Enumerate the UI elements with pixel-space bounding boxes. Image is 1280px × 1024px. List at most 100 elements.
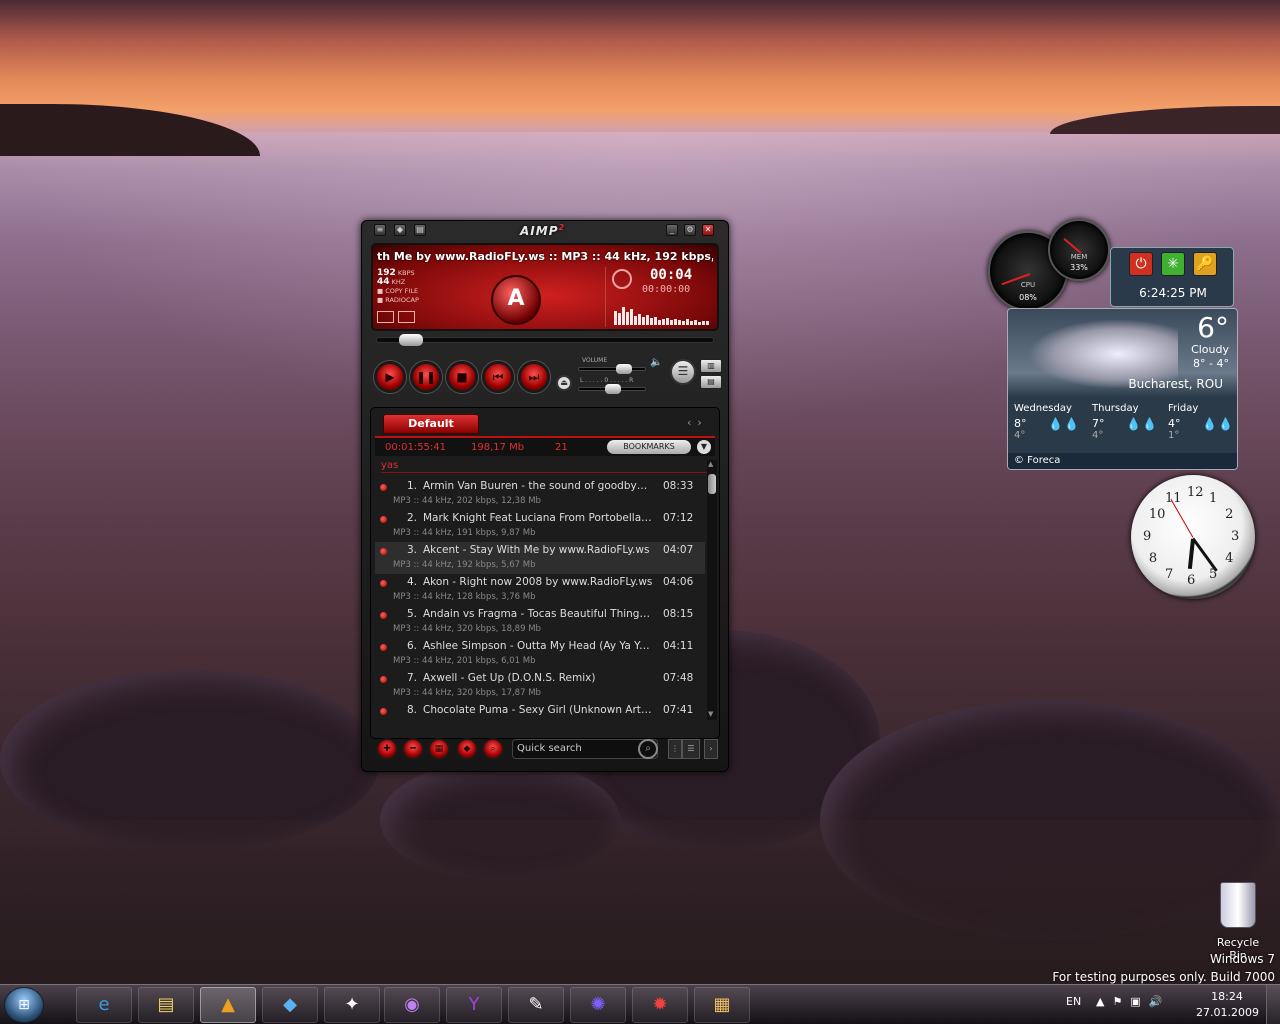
clock-gadget[interactable]: 12 1 2 3 4 5 6 7 8 9 10 11 bbox=[1131, 475, 1255, 599]
elapsed-time[interactable]: 00:04 bbox=[650, 267, 692, 283]
track-row[interactable]: 7. Axwell - Get Up (D.O.N.S. Remix) 07:48 M… bbox=[375, 670, 705, 702]
find-button[interactable]: ⌕ bbox=[482, 738, 504, 760]
bookmarks-button[interactable]: BOOKMARKS bbox=[607, 440, 691, 454]
rain-icon: 💧💧 bbox=[1126, 417, 1158, 431]
wallpaper-land-right bbox=[1050, 106, 1280, 134]
show-desktop-button[interactable] bbox=[1266, 985, 1280, 1024]
track-info: MP3 :: 44 kHz, 201 kbps, 6,01 Mb bbox=[393, 656, 536, 666]
playlist-stats: 00:01:55:41 198,17 Mb 21 BOOKMARKS ▼ bbox=[375, 436, 715, 456]
menu-icon[interactable]: ≡ bbox=[374, 224, 386, 236]
aimp-taskbar-icon[interactable]: ▲ bbox=[200, 987, 256, 1023]
track-row[interactable]: 3. Akcent - Stay With Me by www.RadioFLy.… bbox=[375, 542, 705, 574]
next-page-button[interactable]: › bbox=[704, 739, 718, 759]
close-button[interactable]: ✕ bbox=[702, 224, 714, 236]
settings-icon[interactable]: ▤ bbox=[414, 224, 426, 236]
track-info: MP3 :: 44 kHz, 128 kbps, 3,76 Mb bbox=[393, 592, 536, 602]
playlist-size: 198,17 Mb bbox=[471, 442, 525, 453]
remaining-time: 00:00:00 bbox=[642, 284, 691, 295]
volume-knob[interactable] bbox=[616, 364, 632, 374]
playlist-mode-icon[interactable] bbox=[398, 311, 415, 323]
app-icon[interactable]: ▦ bbox=[694, 987, 750, 1023]
tray-button[interactable]: ⚙ bbox=[684, 224, 696, 236]
spectrum-bar bbox=[658, 320, 661, 325]
app-icon[interactable]: ✹ bbox=[632, 987, 688, 1023]
mem-value: 33% bbox=[1070, 263, 1088, 272]
prev-page-button[interactable]: ⋮ bbox=[668, 739, 682, 759]
scroll-thumb[interactable] bbox=[708, 474, 716, 494]
spectrum-bar bbox=[654, 317, 657, 325]
view-mode-button[interactable]: ☰ bbox=[682, 739, 700, 759]
seek-knob[interactable] bbox=[399, 334, 423, 346]
yahoo-messenger-icon[interactable]: Y bbox=[446, 987, 502, 1023]
speaker-icon[interactable]: 🔈 bbox=[650, 357, 662, 368]
timer-icon[interactable] bbox=[612, 269, 632, 289]
rain-icon: 💧💧 bbox=[1202, 417, 1234, 431]
track-row[interactable]: 1. Armin Van Buuren - the sound of goodby… bbox=[375, 478, 705, 510]
tab-default[interactable]: Default bbox=[383, 414, 479, 434]
eject-icon[interactable]: ⏏ bbox=[556, 375, 572, 391]
track-duration: 07:41 bbox=[663, 704, 694, 716]
clock-numeral: 9 bbox=[1143, 529, 1152, 544]
tab-scroll-arrows[interactable]: ‹› bbox=[687, 416, 708, 429]
restart-icon[interactable]: ✳ bbox=[1161, 252, 1185, 276]
app-icon[interactable]: ◉ bbox=[384, 987, 440, 1023]
lock-icon[interactable]: 🔑 bbox=[1193, 252, 1217, 276]
balance-knob[interactable] bbox=[605, 384, 621, 394]
internet-explorer-icon[interactable]: e bbox=[76, 987, 132, 1023]
mem-needle bbox=[1063, 238, 1082, 254]
quick-search-input[interactable]: Quick search bbox=[512, 739, 658, 759]
memory-meter-gadget[interactable]: MEM 33% bbox=[1048, 219, 1110, 281]
eq-icon[interactable]: ◆ bbox=[394, 224, 406, 236]
search-icon[interactable]: ⌕ bbox=[638, 739, 658, 759]
visualization-icon[interactable] bbox=[377, 311, 394, 323]
track-row[interactable]: 8. Chocolate Puma - Sexy Girl (Unknown Ar… bbox=[375, 702, 705, 734]
taskbar-clock[interactable]: 18:24 27.01.2009 bbox=[1196, 989, 1259, 1021]
spectrum-bar bbox=[642, 317, 645, 325]
scroll-down-icon[interactable]: ▼ bbox=[708, 710, 713, 718]
play-button[interactable]: ▶ bbox=[374, 361, 406, 393]
track-row[interactable]: 5. Andain vs Fragma - Tocas Beautiful Thi… bbox=[375, 606, 705, 638]
tray-icons[interactable]: ▲⚑▣🔊 bbox=[1096, 995, 1170, 1008]
recycle-bin-icon[interactable] bbox=[1220, 882, 1256, 928]
track-row[interactable]: 4. Akon - Right now 2008 by www.RadioFLy.… bbox=[375, 574, 705, 606]
eq-toggle-button[interactable]: ▥ bbox=[700, 359, 722, 373]
spectrum-bar bbox=[618, 313, 621, 325]
current-temperature: 6° bbox=[1197, 311, 1229, 344]
app-icon[interactable]: ✦ bbox=[324, 987, 380, 1023]
track-row[interactable]: 6. Ashlee Simpson - Outta My Head (Ay Ya … bbox=[375, 638, 705, 670]
previous-button[interactable]: ⏮ bbox=[482, 361, 514, 393]
balance-slider[interactable] bbox=[578, 384, 646, 394]
track-row[interactable]: 2. Mark Knight Feat Luciana From Portobel… bbox=[375, 510, 705, 542]
volume-slider[interactable] bbox=[578, 364, 646, 374]
aimp-titlebar[interactable]: ≡ ◆ ▤ AIMP2 _ ⚙ ✕ bbox=[362, 221, 728, 241]
windows-explorer-icon[interactable]: ▤ bbox=[138, 987, 194, 1023]
sort-button[interactable]: ▦ bbox=[428, 738, 450, 760]
playlist-toggle-button[interactable]: ☰ bbox=[670, 359, 696, 385]
pause-button[interactable]: ❚❚ bbox=[410, 361, 442, 393]
track-status-icon bbox=[380, 484, 387, 491]
clock-numeral: 4 bbox=[1225, 551, 1234, 566]
power-icon[interactable]: ⏻ bbox=[1129, 252, 1153, 276]
playlist-options-button[interactable]: ◆ bbox=[456, 738, 478, 760]
spectrum-bar bbox=[690, 321, 693, 325]
spectrum-toggle-button[interactable]: ▤ bbox=[700, 375, 722, 389]
scroll-up-icon[interactable]: ▲ bbox=[708, 460, 713, 468]
seek-bar[interactable] bbox=[376, 334, 714, 346]
paint-icon[interactable]: ✎ bbox=[508, 987, 564, 1023]
spectrum-bar bbox=[706, 321, 709, 325]
playlist-group[interactable]: yas bbox=[381, 460, 707, 473]
stop-button[interactable]: ■ bbox=[446, 361, 478, 393]
app-icon[interactable]: ✺ bbox=[570, 987, 626, 1023]
start-button[interactable]: ⊞ bbox=[4, 987, 44, 1023]
playlist-scrollbar[interactable]: ▲ ▼ bbox=[707, 460, 717, 720]
spectrum-bar bbox=[630, 309, 633, 325]
weather-gadget[interactable]: 6° Cloudy 8° - 4° Bucharest, ROU Wednesd… bbox=[1007, 308, 1238, 470]
minimize-button[interactable]: _ bbox=[666, 224, 678, 236]
weather-provider[interactable]: © Foreca bbox=[1008, 453, 1237, 469]
language-indicator[interactable]: EN bbox=[1066, 995, 1081, 1008]
virtualbox-icon[interactable]: ◆ bbox=[262, 987, 318, 1023]
next-button[interactable]: ⏭ bbox=[518, 361, 550, 393]
remove-files-button[interactable]: ━ bbox=[402, 738, 424, 760]
bookmark-menu-icon[interactable]: ▼ bbox=[697, 440, 711, 454]
add-files-button[interactable]: ✚ bbox=[376, 738, 398, 760]
